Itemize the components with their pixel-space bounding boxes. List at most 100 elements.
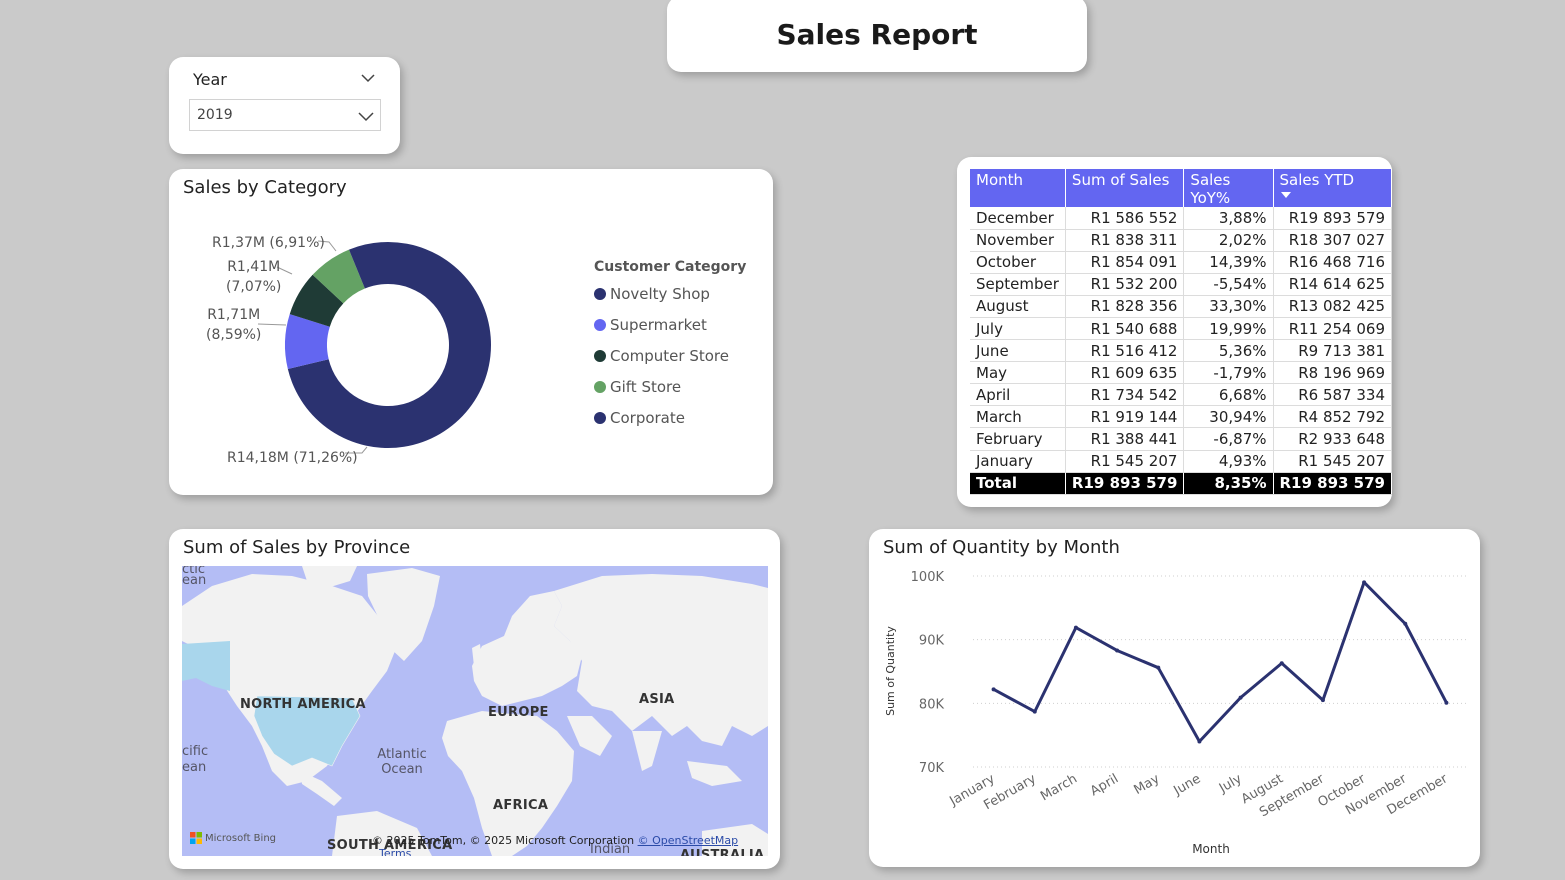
table-row[interactable]: July R1 540 688 19,99% R11 254 069 [970,317,1392,341]
data-label-computer-store: R1,41M (7,07%) [226,257,281,297]
table-total-row: Total R19 893 579 8,35% R19 893 579 [970,472,1392,495]
visual-title: Sum of Sales by Province [183,537,411,558]
data-point[interactable] [1073,625,1078,630]
table-row[interactable]: August R1 828 356 33,30% R13 082 425 [970,295,1392,318]
table-row[interactable]: May R1 609 635 -1,79% R8 196 969 [970,361,1392,385]
table-row[interactable]: January R1 545 207 4,93% R1 545 207 [970,450,1392,473]
map-label-pacific-fragment: cific [182,744,209,759]
map-label-africa: AFRICA [493,798,549,813]
total-cell: R19 893 579 [1065,472,1185,495]
x-axis-label: Month [1192,842,1230,856]
data-point[interactable] [1444,700,1449,705]
data-point[interactable] [991,687,996,692]
sales-table-visual[interactable]: Month Sum of Sales Sales YoY% Sales YTD … [957,157,1392,507]
column-header-month[interactable]: Month [970,169,1066,207]
legend-item-gift-store[interactable]: Gift Store [594,378,681,396]
world-map[interactable]: NORTH AMERICA EUROPE ASIA AFRICA SOUTH A… [182,566,768,856]
map-label-atlantic-ocean: Atlantic Ocean [377,747,427,777]
column-header-sales-ytd-label: Sales YTD [1279,171,1355,189]
map-credit: © 2025 TomTom, © 2025 Microsoft Corporat… [372,834,768,856]
cell-month: April [970,383,1066,407]
microsoft-logo-icon [190,832,202,844]
map-copyright: © 2025 TomTom, © 2025 Microsoft Corporat… [372,834,635,847]
data-label-computer-store-pct: (7,07%) [226,279,282,295]
cell-sales-yoy: -1,79% [1183,361,1274,385]
legend-label: Computer Store [610,347,729,365]
data-point[interactable] [1197,739,1202,744]
cell-sum-of-sales: R1 854 091 [1065,251,1185,274]
table-row[interactable]: September R1 532 200 -5,54% R14 614 625 [970,273,1392,296]
table-row[interactable]: February R1 388 441 -6,87% R2 933 648 [970,427,1392,451]
legend-item-novelty-shop[interactable]: Novelty Shop [594,285,710,303]
legend-label: Supermarket [610,316,707,334]
table-row[interactable]: December R1 586 552 3,88% R19 893 579 [970,207,1392,230]
data-point[interactable] [1362,580,1367,585]
cell-sum-of-sales: R1 838 311 [1065,229,1185,252]
cell-sales-yoy: -6,87% [1183,427,1274,451]
leader-line [257,323,287,326]
legend-item-supermarket[interactable]: Supermarket [594,316,707,334]
cell-sum-of-sales: R1 734 542 [1065,383,1185,407]
table-row[interactable]: November R1 838 311 2,02% R18 307 027 [970,229,1392,252]
legend-label: Novelty Shop [610,285,710,303]
year-dropdown[interactable]: 2019 [189,99,381,131]
sort-descending-icon [1280,192,1291,198]
x-tick-label: April [1088,771,1121,799]
collapse-chevron-icon[interactable] [360,70,376,86]
y-tick-label: 70K [919,761,945,776]
y-tick-label: 80K [919,697,945,712]
x-tick-label: May [1131,771,1162,798]
cell-sum-of-sales: R1 609 635 [1065,361,1185,385]
legend-dot [594,288,606,300]
cell-month: January [970,450,1066,473]
cell-sales-ytd: R13 082 425 [1273,295,1392,318]
map-label-ocean-fragment-top: ean [182,573,207,588]
cell-sum-of-sales: R1 540 688 [1065,317,1185,341]
total-cell: Total [970,472,1066,495]
cell-month: November [970,229,1066,252]
cell-sum-of-sales: R1 516 412 [1065,339,1185,363]
data-point[interactable] [1320,698,1325,703]
map-label-europe: EUROPE [488,705,549,720]
data-point[interactable] [1403,621,1408,626]
cell-sales-ytd: R9 713 381 [1273,339,1392,363]
data-point[interactable] [1156,665,1161,670]
legend-item-computer-store[interactable]: Computer Store [594,347,729,365]
cell-sales-yoy: 33,30% [1183,295,1274,318]
cell-sales-yoy: 30,94% [1183,405,1274,429]
table-row[interactable]: April R1 734 542 6,68% R6 587 334 [970,383,1392,407]
cell-sales-ytd: R16 468 716 [1273,251,1392,274]
terms-link[interactable]: Terms [379,847,411,856]
table-row[interactable]: June R1 516 412 5,36% R9 713 381 [970,339,1392,363]
sales-table: Month Sum of Sales Sales YoY% Sales YTD … [970,169,1392,495]
sales-by-category-visual[interactable]: Sales by Category R1,37M (6,91%) R1,41M … [169,169,773,495]
column-header-sales-ytd[interactable]: Sales YTD [1273,169,1392,207]
report-title-card: Sales Report [667,0,1087,72]
map-label-north-america: NORTH AMERICA [240,697,366,712]
cell-month: December [970,207,1066,230]
column-header-sum-of-sales[interactable]: Sum of Sales [1065,169,1185,207]
cell-month: October [970,251,1066,274]
openstreetmap-link[interactable]: © OpenStreetMap [638,834,739,847]
bing-label: Microsoft Bing [205,832,277,844]
data-point[interactable] [1279,661,1284,666]
data-point[interactable] [1115,648,1120,653]
legend-item-corporate[interactable]: Corporate [594,409,685,427]
data-label-supermarket-pct: (8,59%) [206,327,262,343]
series-line[interactable] [992,580,1448,744]
cell-sales-yoy: 14,39% [1183,251,1274,274]
cell-sales-ytd: R6 587 334 [1273,383,1392,407]
cell-month: September [970,273,1066,296]
sales-by-province-visual[interactable]: Sum of Sales by Province NORTH AMERICA E… [169,529,780,869]
data-point[interactable] [1238,695,1243,700]
legend-dot [594,412,606,424]
data-point[interactable] [1032,709,1037,714]
line-chart[interactable]: 70K80K90K100KJanuaryFebruary March April Ma… [869,529,1480,867]
table-row[interactable]: October R1 854 091 14,39% R16 468 716 [970,251,1392,274]
data-label-supermarket-value: R1,71M [207,307,261,323]
cell-sum-of-sales: R1 828 356 [1065,295,1185,318]
y-axis-label: Sum of Quantity [884,626,897,716]
column-header-sales-yoy[interactable]: Sales YoY% [1183,169,1274,207]
quantity-by-month-visual[interactable]: Sum of Quantity by Month 70K 80K 90K 100K Ja… [869,529,1480,867]
table-row[interactable]: March R1 919 144 30,94% R4 852 792 [970,405,1392,429]
